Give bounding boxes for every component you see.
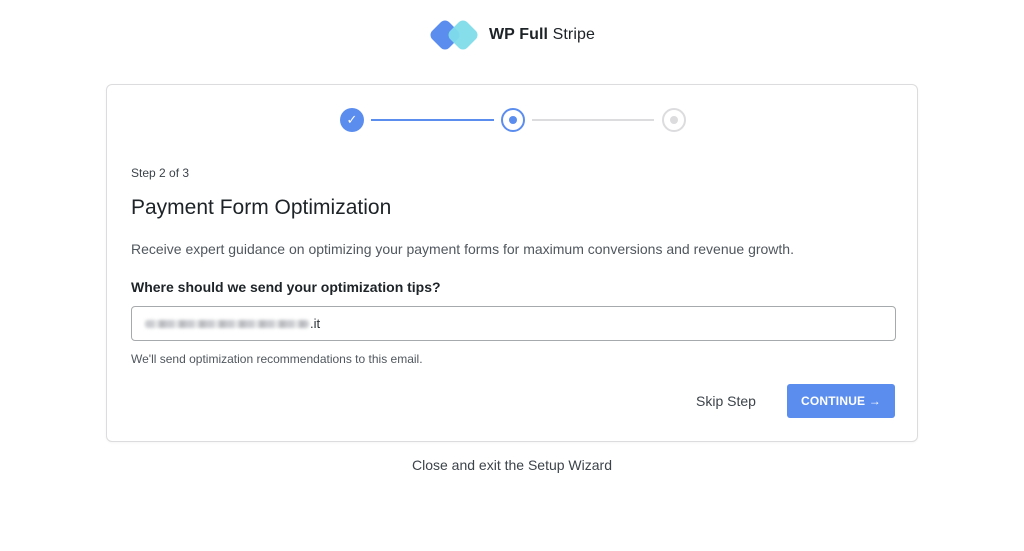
step-2-current-indicator	[501, 108, 525, 132]
email-field-visible-text: .it	[310, 316, 321, 331]
brand-name-light: Stripe	[552, 26, 596, 43]
step-connector-complete	[371, 119, 494, 121]
brand-name-bold: WP Full	[488, 26, 549, 43]
step-1-completed-check-icon: ✓	[340, 108, 364, 132]
step-connector-pending	[532, 119, 654, 121]
progress-stepper: ✓	[340, 108, 686, 132]
email-field-label: Where should we send your optimization t…	[131, 279, 441, 295]
page-title: Payment Form Optimization	[131, 196, 392, 219]
email-field[interactable]: .it	[131, 306, 896, 341]
skip-step-button[interactable]: Skip Step	[687, 384, 765, 418]
logo-diamond-icon	[428, 18, 481, 52]
page-description: Receive expert guidance on optimizing yo…	[131, 241, 794, 257]
step-counter: Step 2 of 3	[131, 166, 190, 180]
brand-name: WP Full Stripe	[489, 26, 595, 44]
brand-logo: WP Full Stripe	[0, 18, 1024, 52]
setup-wizard-card: ✓ Step 2 of 3 Payment Form Optimization …	[106, 84, 918, 442]
continue-button[interactable]: CONTINUE →	[787, 384, 895, 418]
step-3-upcoming-indicator	[662, 108, 686, 132]
exit-wizard-link[interactable]: Close and exit the Setup Wizard	[0, 457, 1024, 473]
email-helper-text: We'll send optimization recommendations …	[131, 352, 423, 366]
redacted-email-text	[145, 319, 309, 328]
